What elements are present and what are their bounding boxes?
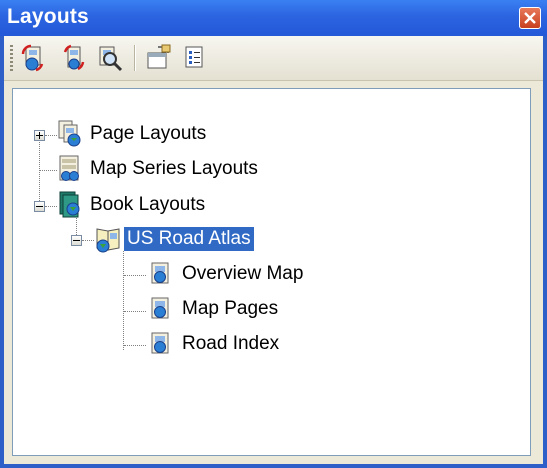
refresh-layouts-button[interactable]	[20, 44, 48, 72]
tree-line	[39, 135, 40, 207]
tree-item-overview-map[interactable]: Overview Map	[147, 260, 367, 290]
list-view-icon	[185, 46, 203, 68]
refresh-layouts-icon	[21, 44, 44, 72]
properties-button[interactable]	[144, 44, 172, 72]
close-icon	[524, 12, 536, 24]
title-bar[interactable]: Layouts	[0, 0, 547, 36]
layouts-tree[interactable]: Page Layouts Map Series Layouts Book Lay…	[12, 88, 531, 456]
new-layout-button[interactable]	[60, 44, 88, 72]
tree-item-page-layouts[interactable]: Page Layouts	[57, 120, 257, 150]
map-page-icon	[151, 332, 169, 354]
tree-item-label: Road Index	[182, 333, 280, 354]
find-layout-button[interactable]	[96, 44, 124, 72]
tree-item-label-selected: US Road Atlas	[124, 227, 254, 251]
new-layout-icon	[63, 44, 85, 71]
atlas-book-icon	[96, 228, 120, 253]
properties-icon	[147, 44, 171, 69]
map-page-icon	[151, 262, 169, 284]
tree-line	[124, 345, 146, 346]
map-series-layouts-icon	[59, 155, 79, 181]
find-layout-icon	[99, 46, 123, 72]
page-layouts-icon	[58, 120, 81, 147]
toolbar	[4, 36, 543, 81]
tree-line	[82, 240, 94, 241]
toolbar-separator	[134, 45, 136, 71]
list-view-button[interactable]	[180, 44, 208, 72]
book-layouts-icon	[59, 191, 80, 218]
collapse-book-layouts-toggle[interactable]	[34, 201, 45, 212]
tree-item-map-pages[interactable]: Map Pages	[147, 295, 367, 325]
tree-item-label: Book Layouts	[90, 194, 206, 215]
tree-item-map-series-layouts[interactable]: Map Series Layouts	[57, 155, 307, 185]
panel-title: Layouts	[7, 5, 89, 28]
tree-item-label: Map Series Layouts	[90, 158, 258, 179]
tree-item-book-layouts[interactable]: Book Layouts	[57, 191, 257, 221]
toolbar-grip[interactable]	[10, 45, 13, 71]
tree-line	[40, 170, 57, 171]
tree-line	[45, 206, 57, 207]
tree-line	[124, 311, 146, 312]
tree-item-label: Page Layouts	[90, 123, 207, 144]
tree-line	[45, 135, 57, 136]
tree-item-label: Map Pages	[182, 298, 279, 319]
tree-line	[123, 251, 124, 350]
map-page-icon	[151, 297, 169, 319]
layouts-panel: Layouts Page Layouts Map Series Layouts …	[0, 0, 547, 468]
tree-item-us-road-atlas[interactable]: US Road Atlas	[94, 225, 314, 255]
collapse-us-road-atlas-toggle[interactable]	[71, 235, 82, 246]
tree-item-label: Overview Map	[182, 263, 304, 284]
tree-line	[124, 275, 146, 276]
tree-item-road-index[interactable]: Road Index	[147, 330, 367, 360]
close-button[interactable]	[519, 7, 541, 29]
expand-page-layouts-toggle[interactable]	[34, 130, 45, 141]
